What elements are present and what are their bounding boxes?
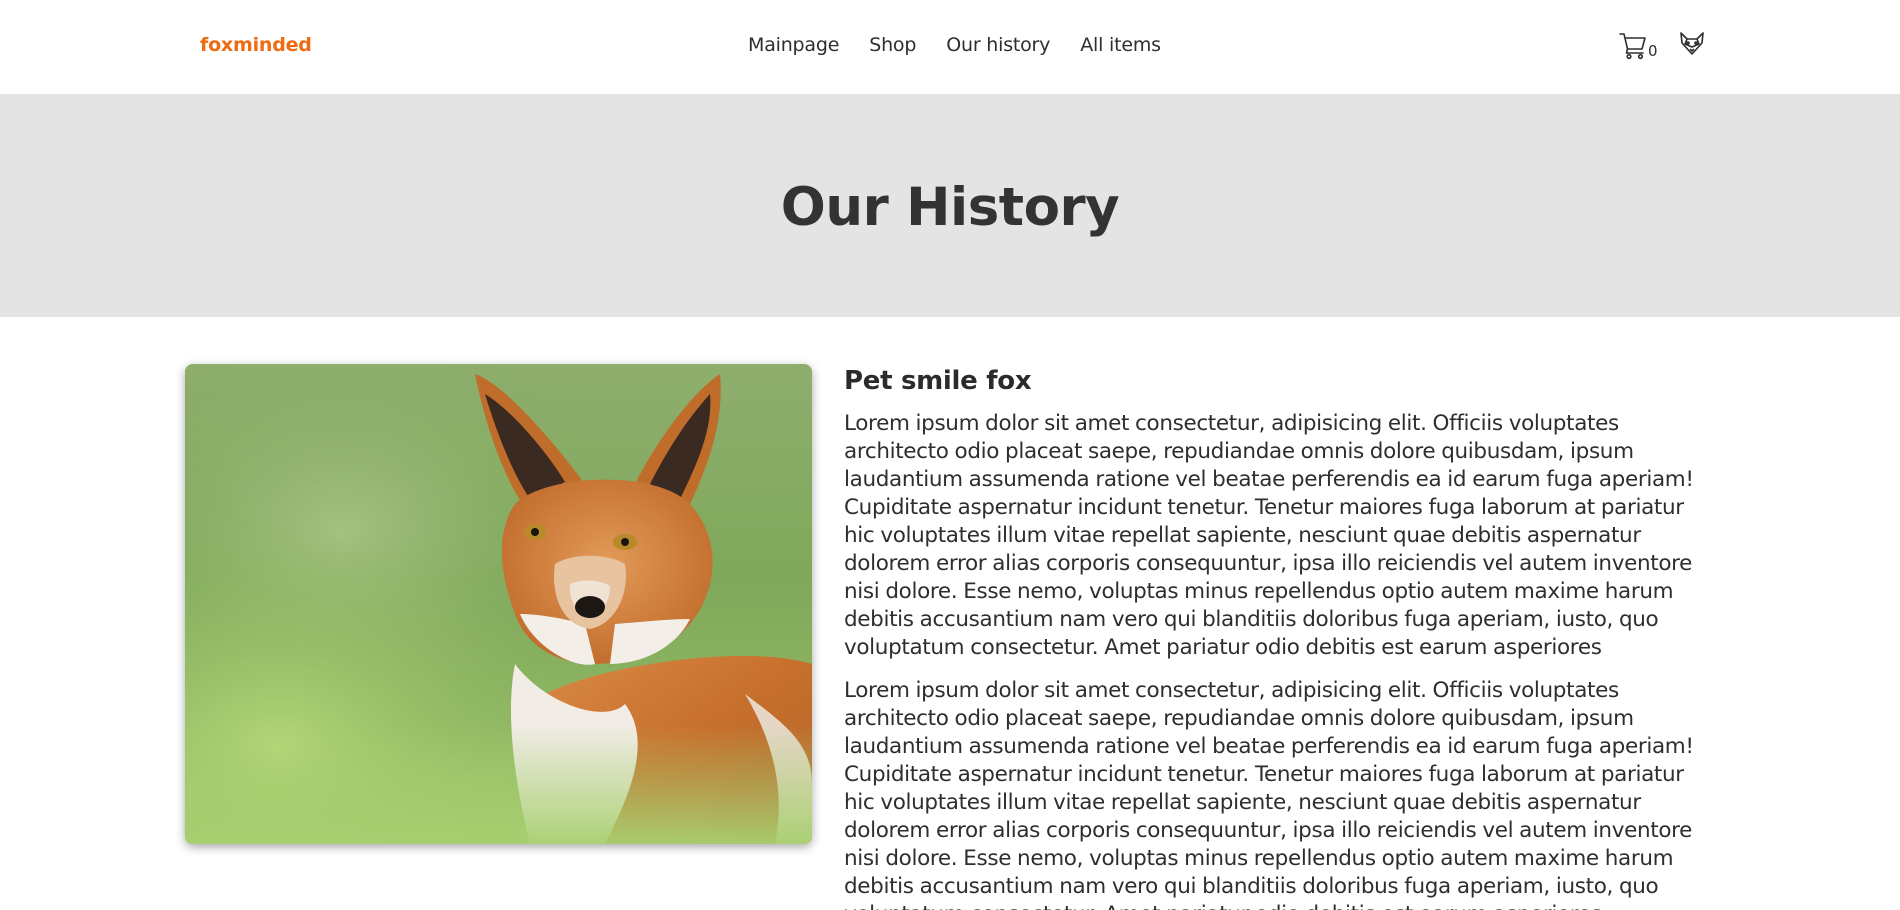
nav-link-mainpage[interactable]: Mainpage (748, 34, 839, 56)
history-article: Pet smile fox Lorem ipsum dolor sit amet… (844, 364, 1719, 910)
nav-link-our-history[interactable]: Our history (946, 34, 1050, 56)
cart-count-badge: 0 (1648, 42, 1658, 60)
fox-photo (185, 364, 812, 844)
site-logo[interactable]: foxminded (200, 34, 312, 56)
nav-link-all-items[interactable]: All items (1080, 34, 1161, 56)
main-nav: Mainpage Shop Our history All items (748, 34, 1161, 56)
article-paragraph: Lorem ipsum dolor sit amet consectetur, … (844, 411, 1694, 660)
cart-button[interactable]: 0 (1618, 30, 1660, 62)
nav-link-shop[interactable]: Shop (869, 34, 916, 56)
page-hero: Our History (0, 94, 1900, 317)
page-title: Our History (780, 177, 1120, 238)
article-heading: Pet smile fox (844, 366, 1032, 396)
article-paragraph: Lorem ipsum dolor sit amet consectetur, … (844, 678, 1694, 910)
history-content: Pet smile fox Lorem ipsum dolor sit amet… (0, 317, 1900, 910)
cart-icon (1619, 33, 1646, 60)
site-header: foxminded Mainpage Shop Our history All … (0, 0, 1900, 94)
fox-profile-icon[interactable] (1678, 30, 1706, 58)
